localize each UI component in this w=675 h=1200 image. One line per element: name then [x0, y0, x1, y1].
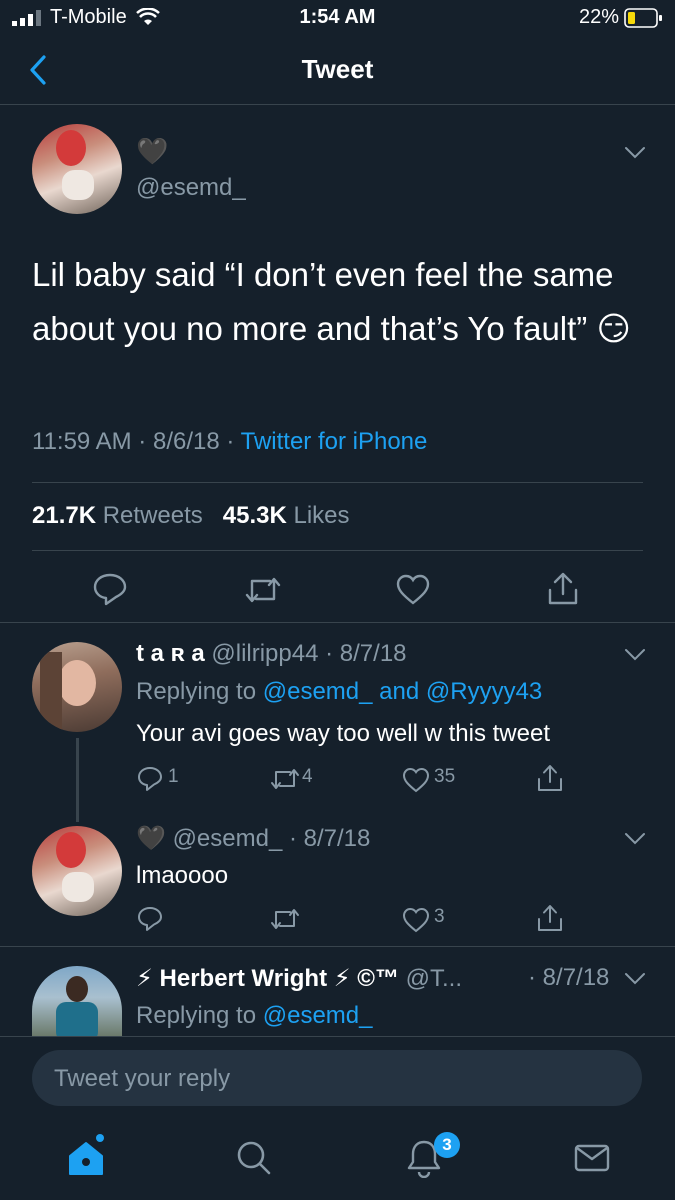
tweet-date: 8/6/18 [152, 428, 220, 455]
home-dot [96, 1134, 104, 1142]
reply-date-wrapper: · 8/7/18 [528, 964, 610, 991]
avatar[interactable] [32, 826, 122, 916]
reply-author-name[interactable]: ⚡ Herbert Wright ⚡ ©™ [136, 965, 399, 992]
engagement-counts: 21.7K Retweets 45.3K Likes [32, 502, 350, 530]
like-icon[interactable] [396, 574, 430, 606]
reply-count: 1 [168, 766, 179, 787]
tweet-meta: 11:59 AM · 8/6/18 · Twitter for iPhone [32, 428, 428, 455]
reply-input[interactable] [52, 1050, 616, 1108]
like-count[interactable]: 45.3K [223, 502, 287, 529]
reply-text: lmaoooo [136, 862, 229, 889]
divider [0, 622, 675, 623]
retweet-icon[interactable] [270, 908, 300, 930]
divider [0, 104, 675, 105]
author-name[interactable]: 🖤 [136, 136, 168, 167]
divider [32, 482, 643, 483]
home-icon[interactable] [66, 1138, 106, 1178]
reply-date: 8/7/18 [339, 640, 407, 667]
reply-author-name[interactable]: t a ʀ a [136, 640, 205, 667]
tweet-text: Lil baby said “I don’t even feel the sam… [32, 256, 631, 347]
replying-to: Replying to @esemd_ and @Ryyyy43 [136, 678, 542, 706]
reply-date: 8/7/18 [542, 964, 610, 991]
battery-icon [624, 8, 662, 28]
messages-icon[interactable] [574, 1144, 610, 1172]
replying-and-label: and [379, 678, 420, 705]
reply-composer[interactable] [32, 1050, 642, 1108]
mention-link[interactable]: @esemd_ [263, 678, 373, 705]
reply-date: 8/7/18 [303, 825, 371, 852]
chevron-down-icon[interactable] [624, 832, 646, 846]
reply-author-name[interactable]: 🖤 [136, 825, 166, 852]
mention-link[interactable]: @Ryyyy43 [426, 678, 542, 705]
reply-header: t a ʀ a @lilripp44 · 8/7/18 [136, 640, 407, 667]
avatar[interactable] [32, 966, 122, 1036]
replying-to: Replying to @esemd_ [136, 1002, 373, 1030]
reply-header: ⚡ Herbert Wright ⚡ ©™ @T... [136, 964, 462, 993]
replying-to-label: Replying to [136, 1002, 257, 1029]
divider [0, 946, 675, 947]
reply-author-handle[interactable]: @lilripp44 [211, 640, 318, 667]
reply-icon[interactable] [137, 906, 163, 932]
retweet-count: 4 [302, 766, 313, 787]
reply-icon[interactable] [137, 766, 163, 792]
reply-author-handle[interactable]: @esemd_ [173, 825, 283, 852]
retweets-label[interactable]: Retweets [103, 502, 203, 529]
page-title: Tweet [301, 54, 374, 84]
nav-bar: Tweet [0, 34, 675, 104]
share-icon[interactable] [546, 572, 580, 606]
chevron-down-icon[interactable] [624, 648, 646, 662]
like-count: 3 [434, 906, 445, 927]
retweet-icon[interactable] [244, 576, 282, 604]
notifications-badge: 3 [434, 1132, 460, 1158]
avatar[interactable] [32, 124, 122, 214]
divider [0, 1036, 675, 1037]
retweet-icon[interactable] [270, 768, 300, 790]
chevron-down-icon[interactable] [624, 146, 646, 160]
status-bar: T-Mobile 1:54 AM 22% [0, 0, 675, 34]
status-time: 1:54 AM [299, 6, 376, 28]
thread-line [76, 738, 79, 822]
share-icon[interactable] [536, 904, 564, 932]
tweet-source-link[interactable]: Twitter for iPhone [241, 428, 428, 455]
share-icon[interactable] [536, 764, 564, 792]
battery-percent: 22% [578, 6, 619, 28]
reply-icon[interactable] [92, 572, 128, 606]
reply-author-handle[interactable]: @T... [406, 965, 462, 992]
tweet-time: 11:59 AM [32, 428, 132, 455]
search-icon[interactable] [236, 1140, 272, 1176]
author-handle[interactable]: @esemd_ [136, 174, 246, 202]
likes-label[interactable]: Likes [294, 502, 350, 529]
tab-bar [0, 1120, 675, 1200]
avatar[interactable] [32, 642, 122, 732]
retweet-count[interactable]: 21.7K [32, 502, 96, 529]
chevron-down-icon[interactable] [624, 972, 646, 986]
mention-link[interactable]: @esemd_ [263, 1002, 373, 1029]
like-count: 35 [434, 766, 456, 787]
like-icon[interactable] [402, 907, 430, 933]
like-icon[interactable] [402, 767, 430, 793]
replying-to-label: Replying to [136, 678, 257, 705]
reply-header: 🖤 @esemd_ · 8/7/18 [136, 825, 371, 852]
reply-text: Your avi goes way too well w this tweet [136, 720, 550, 747]
divider [32, 550, 643, 551]
